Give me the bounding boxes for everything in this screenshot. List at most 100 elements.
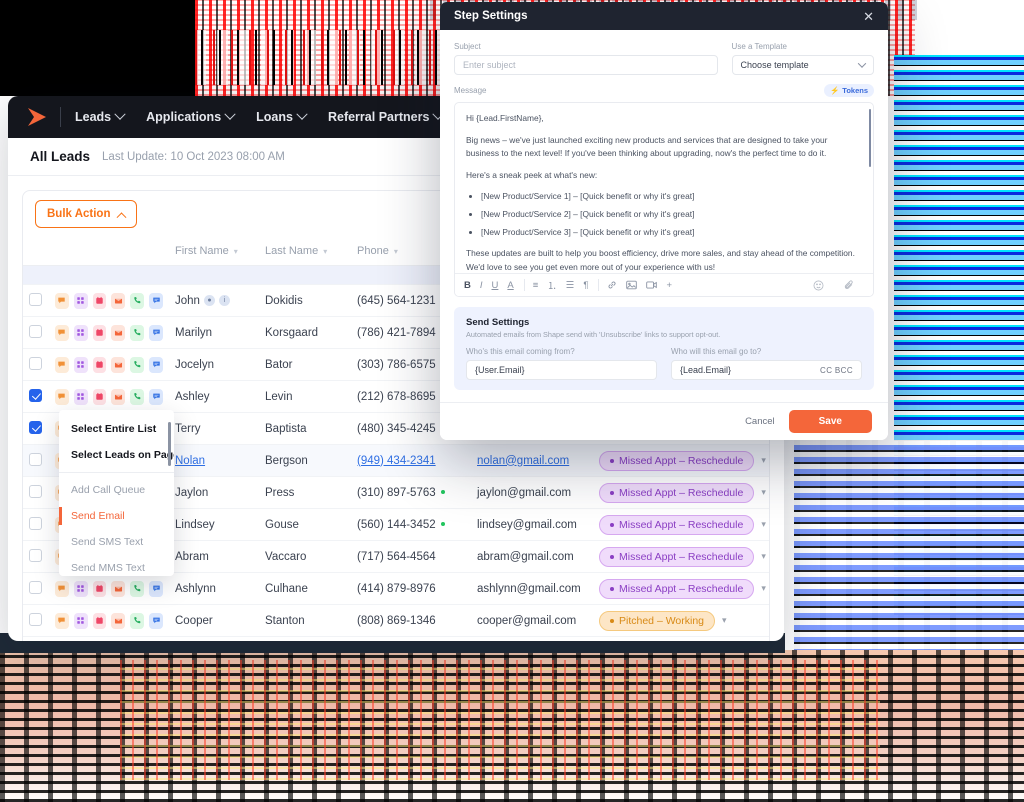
row-select-cell[interactable] (23, 604, 49, 637)
nav-item-applications[interactable]: Applications (146, 108, 236, 124)
col-first-name[interactable]: First Name ▾ (169, 237, 259, 266)
cell-first-name[interactable]: Jaylon (169, 476, 259, 509)
row-select-cell[interactable] (23, 540, 49, 573)
save-button[interactable]: Save (788, 410, 872, 433)
note-icon[interactable] (55, 612, 69, 629)
row-select-cell[interactable] (23, 476, 49, 509)
cell-email[interactable]: jaylon@gmail.com (471, 476, 593, 509)
mail-icon[interactable] (111, 612, 126, 629)
cell-phone[interactable]: (808) 869-1346 (351, 604, 471, 637)
row-select-cell[interactable] (23, 572, 49, 605)
nav-item-loans[interactable]: Loans (256, 108, 308, 124)
row-checkbox[interactable] (29, 292, 42, 306)
cell-email[interactable]: abram@gmail.com (471, 540, 593, 573)
bulk-action-menu[interactable]: Select Entire List Select Leads on Page Ad… (59, 410, 174, 576)
col-select[interactable] (23, 237, 49, 266)
cell-first-name[interactable]: Cooper (169, 604, 259, 637)
cell-email[interactable]: nolan@gmail.com (471, 444, 593, 477)
calendar-icon[interactable] (92, 612, 107, 629)
mail-icon[interactable] (111, 324, 126, 341)
row-select-cell[interactable] (23, 508, 49, 541)
status-chevron-down-icon[interactable]: ▾ (761, 519, 766, 530)
cell-first-name[interactable]: Jocelyn (169, 348, 259, 381)
align-icon[interactable]: ≡ (533, 280, 539, 291)
from-input[interactable]: {User.Email} (466, 360, 657, 380)
status-chevron-down-icon[interactable]: ▾ (722, 615, 727, 626)
row-select-cell[interactable] (23, 348, 49, 381)
video-icon[interactable] (646, 280, 658, 290)
status-chevron-down-icon[interactable]: ▾ (761, 551, 766, 562)
cell-phone[interactable]: (414) 879-8976 (351, 572, 471, 605)
table-row[interactable]: ReeseSaris(951) 454-4542reese@gmail.comP… (23, 636, 769, 641)
cell-status[interactable]: Missed Appt – Reschedule ▾ (593, 476, 769, 509)
status-badge[interactable]: Missed Appt – Reschedule (599, 546, 755, 567)
chat-icon[interactable] (149, 612, 163, 629)
bold-icon[interactable]: B (464, 280, 471, 291)
phone-icon[interactable] (130, 356, 145, 373)
row-select-cell[interactable] (23, 316, 49, 349)
row-checkbox[interactable] (29, 516, 42, 530)
row-select-cell[interactable] (23, 444, 49, 477)
first-name-link[interactable]: Nolan (175, 455, 205, 467)
cell-email[interactable]: cooper@gmail.com (471, 604, 593, 637)
cell-status[interactable]: Pitched – Working▾ (593, 636, 769, 641)
mail-icon[interactable] (111, 292, 126, 309)
cell-phone[interactable]: (949) 434-2341 (351, 444, 471, 477)
cell-first-name[interactable]: Abram (169, 540, 259, 573)
cc-button[interactable]: CC (820, 366, 832, 375)
chat-icon[interactable] (149, 388, 163, 405)
bulk-action-menu-scrollarea[interactable]: Select Entire List Select Leads on Page Ad… (59, 416, 174, 576)
emoji-icon[interactable] (813, 280, 824, 291)
row-select-cell[interactable] (23, 380, 49, 413)
phone-icon[interactable] (130, 324, 145, 341)
col-last-name[interactable]: Last Name ▾ (259, 237, 351, 266)
cell-phone[interactable]: (310) 897-5763 (351, 476, 471, 509)
italic-icon[interactable]: I (480, 280, 483, 291)
apps-icon[interactable] (73, 388, 88, 405)
cell-first-name[interactable]: Marilyn (169, 316, 259, 349)
subject-input[interactable]: Enter subject (454, 55, 718, 75)
status-badge[interactable]: Missed Appt – Reschedule (599, 514, 755, 535)
bulk-menu-item-select-leads-on-page[interactable]: Select Leads on Page (59, 442, 174, 468)
cell-status[interactable]: Pitched – Working▾ (593, 604, 769, 637)
link-icon[interactable] (607, 280, 617, 290)
status-badge[interactable]: Missed Appt – Reschedule (599, 482, 755, 503)
ordered-list-icon[interactable]: ⒈ (547, 278, 557, 292)
row-checkbox[interactable] (29, 324, 42, 338)
cell-first-name[interactable]: Terry (169, 412, 259, 445)
calendar-icon[interactable] (92, 324, 107, 341)
editor-scrollbar[interactable] (869, 109, 871, 167)
status-chevron-down-icon[interactable]: ▾ (761, 455, 766, 466)
row-checkbox[interactable] (29, 484, 42, 498)
chat-icon[interactable] (149, 324, 163, 341)
bulk-menu-item-send-sms-text[interactable]: Send SMS Text (59, 529, 174, 555)
cell-first-name[interactable]: John ● i (169, 284, 259, 317)
row-select-cell[interactable] (23, 636, 49, 641)
row-select-cell[interactable] (23, 412, 49, 445)
status-chevron-down-icon[interactable]: ▾ (761, 583, 766, 594)
apps-icon[interactable] (73, 612, 88, 629)
phone-icon[interactable] (130, 580, 145, 597)
calendar-icon[interactable] (92, 292, 107, 309)
row-checkbox[interactable] (29, 356, 42, 370)
cell-email[interactable]: lindsey@gmail.com (471, 508, 593, 541)
bulk-menu-item-send-email[interactable]: Send Email (59, 503, 174, 529)
bulk-action-menu-scrollbar[interactable] (168, 422, 171, 466)
message-editor-content[interactable]: Hi {Lead.FirstName}, Big news – we've ju… (455, 103, 873, 273)
email-link[interactable]: nolan@gmail.com (477, 455, 569, 467)
row-checkbox[interactable] (29, 452, 42, 466)
cell-phone[interactable]: (951) 454-4542 (351, 636, 471, 641)
row-checkbox[interactable] (29, 388, 42, 402)
calendar-icon[interactable] (92, 388, 107, 405)
cell-email[interactable]: reese@gmail.com (471, 636, 593, 641)
attachment-icon[interactable] (844, 279, 855, 291)
note-icon[interactable] (55, 580, 69, 597)
to-input[interactable]: {Lead.Email} CC BCC (671, 360, 862, 380)
cell-first-name[interactable]: Nolan (169, 444, 259, 477)
bcc-button[interactable]: BCC (835, 366, 853, 375)
apps-icon[interactable] (73, 292, 88, 309)
chat-icon[interactable] (149, 580, 163, 597)
row-checkbox[interactable] (29, 548, 42, 562)
note-icon[interactable] (55, 356, 69, 373)
text-color-icon[interactable]: A (507, 280, 513, 291)
